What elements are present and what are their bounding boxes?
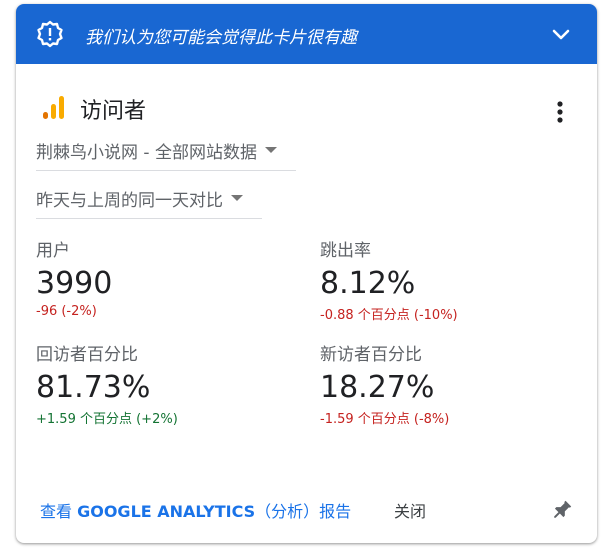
link-brand: GOOGLE ANALYTICS	[77, 502, 256, 521]
metric-new-visitors: 新访者百分比 18.27% -1.59 个百分点 (-8%)	[320, 340, 449, 427]
close-button[interactable]: 关闭	[394, 498, 426, 522]
visitors-card: 我们认为您可能会觉得此卡片很有趣 访问者 荆棘鸟小说网 - 全部网站数据 昨天与…	[16, 4, 597, 543]
metric-bounce-rate: 跳出率 8.12% -0.88 个百分点 (-10%)	[320, 236, 458, 323]
metric-delta: -96 (-2%)	[36, 304, 97, 319]
metric-value: 3990	[36, 266, 113, 301]
metric-users: 用户 3990 -96 (-2%)	[36, 236, 112, 319]
metric-delta: -0.88 个百分点 (-10%)	[320, 308, 458, 323]
chevron-down-icon[interactable]	[550, 24, 572, 46]
metric-value: 8.12%	[320, 266, 416, 301]
metric-label: 用户	[36, 241, 70, 261]
metric-label: 新访者百分比	[320, 345, 422, 365]
metric-label: 回访者百分比	[36, 345, 138, 365]
link-prefix: 查看	[40, 502, 78, 521]
metric-delta: +1.59 个百分点 (+2%)	[36, 412, 178, 427]
comparison-selector[interactable]: 昨天与上周的同一天对比	[36, 178, 262, 219]
banner-text: 我们认为您可能会觉得此卡片很有趣	[85, 28, 357, 48]
property-selector-label: 荆棘鸟小说网 - 全部网站数据	[36, 142, 257, 163]
gear-alert-icon	[37, 20, 63, 48]
card-title: 访问者	[80, 99, 147, 124]
pin-icon[interactable]	[550, 498, 574, 522]
metric-returning-visitors: 回访者百分比 81.73% +1.59 个百分点 (+2%)	[36, 340, 178, 427]
property-selector[interactable]: 荆棘鸟小说网 - 全部网站数据	[36, 130, 296, 171]
metric-delta: -1.59 个百分点 (-8%)	[320, 412, 450, 427]
card-header: 访问者	[42, 93, 582, 129]
metric-value: 81.73%	[36, 370, 151, 405]
comparison-selector-label: 昨天与上周的同一天对比	[36, 190, 223, 211]
dropdown-caret-icon	[231, 195, 243, 201]
metric-value: 18.27%	[320, 370, 435, 405]
metric-label: 跳出率	[320, 241, 371, 261]
analytics-bars-icon	[43, 96, 64, 119]
suggestion-banner[interactable]: 我们认为您可能会觉得此卡片很有趣	[16, 4, 597, 64]
dropdown-caret-icon	[264, 147, 277, 153]
link-suffix: （分析）报告	[255, 502, 352, 521]
more-vert-icon[interactable]	[552, 100, 568, 124]
view-analytics-report-link[interactable]: 查看 GOOGLE ANALYTICS（分析）报告	[40, 498, 351, 522]
